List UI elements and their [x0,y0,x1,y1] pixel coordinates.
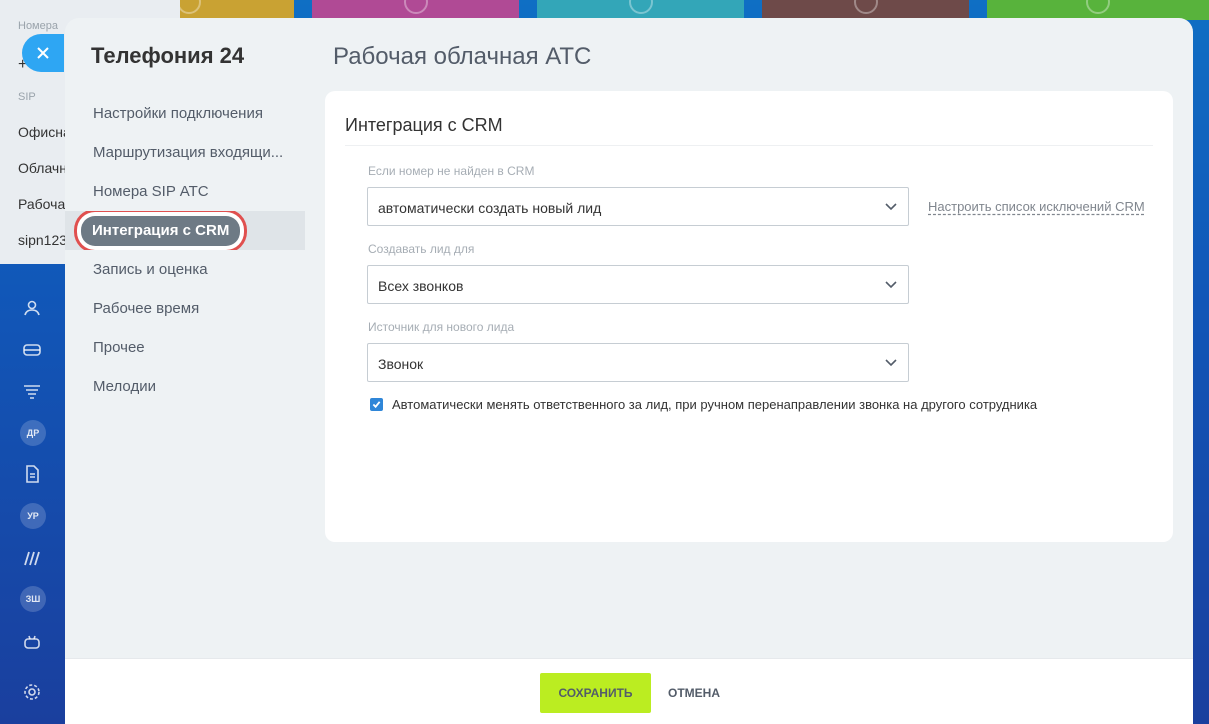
robot-icon[interactable] [20,630,44,654]
chevron-down-icon [885,281,897,289]
menu-item-other[interactable]: Прочее [65,328,305,367]
lead-source-select-value: Звонок [378,356,424,372]
settings-menu: Настройки подключения Маршрутизация вход… [65,94,305,406]
chevron-down-icon [885,359,897,367]
tile-2 [312,0,519,20]
filter-icon[interactable] [20,380,44,404]
crm-integration-card: Интеграция с CRM Если номер не найден в … [325,91,1173,542]
background-tiles [0,0,1209,20]
tile-5 [987,0,1209,20]
document-icon[interactable] [20,462,44,486]
tile-3 [537,0,744,20]
tile-icon [177,0,201,14]
sip-list-item[interactable]: Облачн [18,160,67,176]
left-icon-rail: ДР УР ЗШ [0,260,64,724]
menu-item-melodies[interactable]: Мелодии [65,367,305,406]
divider [345,145,1153,146]
page-title: Рабочая облачная АТС [333,43,592,70]
rail-badge-zsh[interactable]: ЗШ [20,586,46,612]
tile-4 [762,0,969,20]
footer-bar: СОХРАНИТЬ ОТМЕНА [65,658,1193,724]
auto-responsible-checkbox[interactable] [370,398,383,411]
menu-item-connection-settings[interactable]: Настройки подключения [65,94,305,133]
field-label-lead-source: Источник для нового лида [368,320,515,334]
cancel-button[interactable]: ОТМЕНА [668,673,720,713]
not-found-select[interactable]: автоматически создать новый лид [367,187,909,226]
menu-item-work-time[interactable]: Рабочее время [65,289,305,328]
menu-item-recording[interactable]: Запись и оценка [65,250,305,289]
save-button[interactable]: СОХРАНИТЬ [540,673,651,713]
checkmark-icon [372,401,381,409]
sip-list-item[interactable]: sipn123 [18,232,67,248]
tile-icon [403,0,428,14]
lead-source-select[interactable]: Звонок [367,343,909,382]
menu-item-crm-integration-label: Интеграция с CRM [81,216,241,247]
create-lead-for-select-value: Всех звонков [378,278,464,294]
numbers-label: Номера [18,20,58,32]
close-icon [37,47,49,59]
sip-list-item[interactable]: Офисна [18,124,71,140]
rail-badge-dr[interactable]: ДР [20,420,46,446]
menu-item-crm-integration[interactable]: Интеграция с CRM [65,211,305,250]
contacts-icon[interactable] [20,296,44,320]
close-slider-button[interactable] [22,34,64,72]
not-found-select-value: автоматически создать новый лид [378,200,602,216]
menu-item-sip-numbers[interactable]: Номера SIP АТС [65,172,305,211]
sip-label: SIP [18,91,36,103]
auto-responsible-label: Автоматически менять ответственного за л… [392,397,1038,412]
chevron-down-icon [885,203,897,211]
field-label-create-lead-for: Создавать лид для [368,242,475,256]
tile-icon [853,0,878,14]
auto-responsible-row: Автоматически менять ответственного за л… [370,397,1037,412]
field-label-not-found: Если номер не найден в CRM [368,164,535,178]
inbox-icon[interactable] [20,338,44,362]
tile-icon [628,0,653,14]
settings-slider: Телефония 24 Настройки подключения Маршр… [65,18,1193,724]
create-lead-for-select[interactable]: Всех звонков [367,265,909,304]
settings-icon[interactable] [20,680,44,704]
rail-badge-ur[interactable]: УР [20,503,46,529]
menu-item-incoming-routing[interactable]: Маршрутизация входящи... [65,133,305,172]
settings-sidebar: Телефония 24 Настройки подключения Маршр… [65,18,305,658]
card-title: Интеграция с CRM [345,115,503,135]
sip-list-item[interactable]: Рабоча [18,196,65,212]
brand-icon[interactable] [20,546,44,570]
crm-exceptions-link[interactable]: Настроить список исключений CRM [928,199,1145,214]
app-title: Телефония 24 [91,43,245,68]
tile-icon [1086,0,1110,14]
